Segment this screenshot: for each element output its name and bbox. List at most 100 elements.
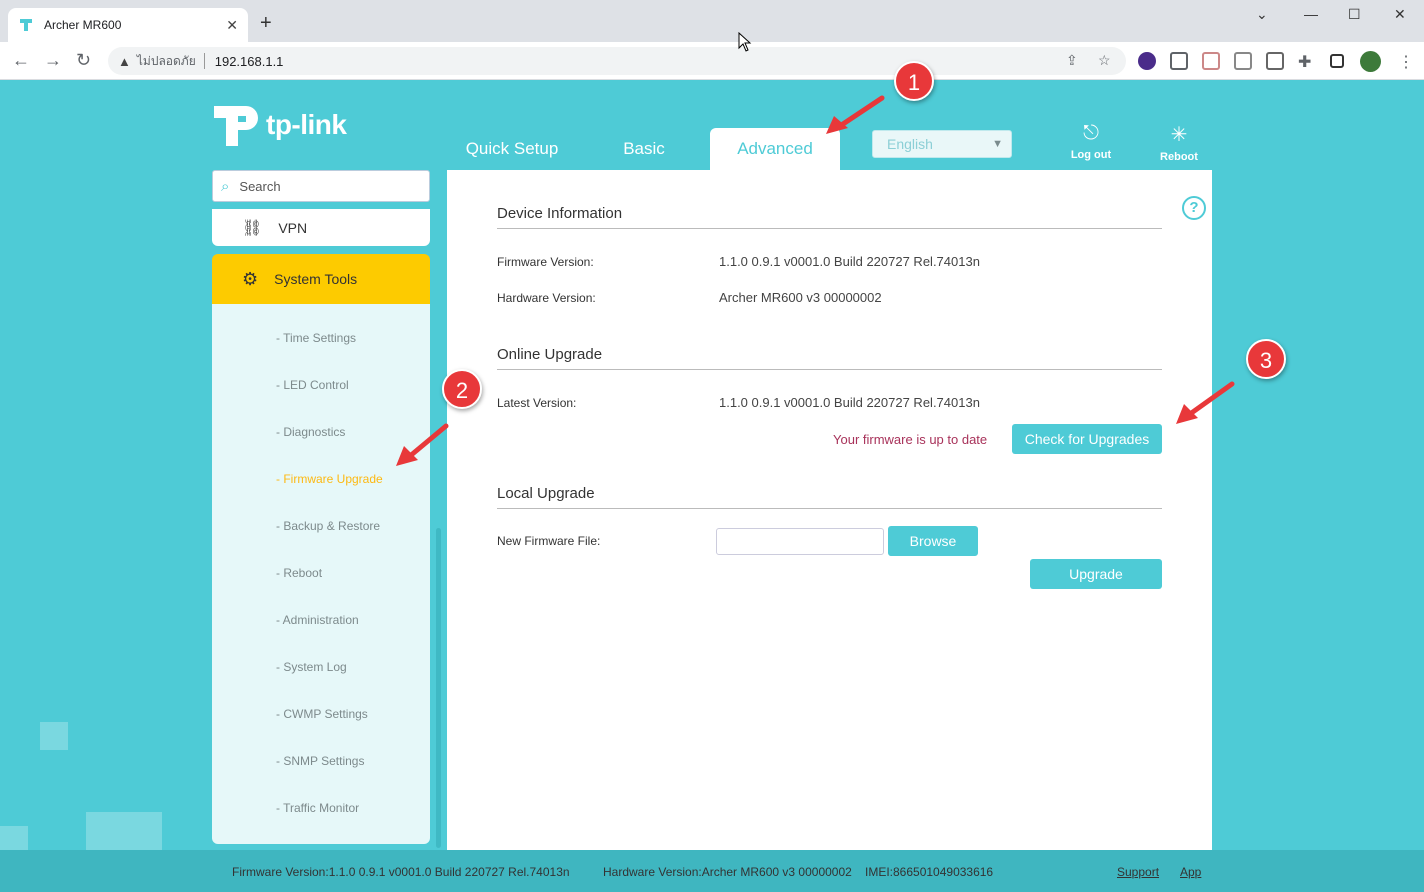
- minimize-icon[interactable]: —: [1304, 6, 1318, 22]
- latest-version-value: 1.1.0 0.9.1 v0001.0 Build 220727 Rel.740…: [719, 395, 980, 410]
- tplink-favicon-icon: [20, 19, 32, 31]
- search-input[interactable]: ⌕ Search: [212, 170, 430, 202]
- decoration: [86, 812, 162, 850]
- url-input[interactable]: ▲ ไม่ปลอดภัย 192.168.1.1: [108, 47, 1126, 75]
- url-text: 192.168.1.1: [214, 53, 284, 69]
- bookmark-star-icon[interactable]: ☆: [1098, 52, 1111, 69]
- forward-icon[interactable]: →: [44, 50, 62, 71]
- submenu-system-log[interactable]: - System Log: [276, 660, 347, 674]
- firmware-status-text: Your firmware is up to date: [833, 432, 988, 447]
- hardware-version-value: Archer MR600 v3 00000002: [719, 290, 882, 305]
- vpn-link-icon: ⛓: [242, 219, 263, 237]
- submenu-backup-restore[interactable]: - Backup & Restore: [276, 519, 380, 533]
- decoration: [0, 826, 28, 850]
- decoration: [40, 722, 68, 750]
- browse-button[interactable]: Browse: [888, 526, 978, 556]
- sidebar-item-label: VPN: [278, 219, 308, 236]
- close-tab-icon[interactable]: ✕: [226, 17, 238, 34]
- annotation-badge-3: 3: [1246, 339, 1286, 379]
- capture-extension-icon[interactable]: [1266, 52, 1284, 70]
- tplink-logo-icon: [214, 106, 258, 146]
- annotation-badge-1: 1: [894, 61, 934, 101]
- warning-icon: ▲: [118, 53, 131, 69]
- logo-text: tp-link: [266, 109, 347, 140]
- submenu-diagnostics[interactable]: - Diagnostics: [276, 425, 345, 439]
- tab-quick-setup[interactable]: Quick Setup: [452, 128, 572, 170]
- download-extension-icon[interactable]: [1138, 52, 1156, 70]
- submenu-reboot[interactable]: - Reboot: [276, 566, 322, 580]
- tab-search-chevron-icon[interactable]: ⌄: [1256, 6, 1268, 23]
- logout-label: Log out: [1070, 149, 1112, 161]
- hardware-version-label: Hardware Version:: [497, 291, 596, 305]
- main-content: ? Device Information Firmware Version: 1…: [447, 170, 1212, 862]
- profile-avatar[interactable]: [1360, 51, 1381, 72]
- firmware-file-input[interactable]: [716, 528, 884, 555]
- chevron-down-icon: ▼: [992, 138, 1003, 150]
- section-divider: [497, 369, 1162, 370]
- back-icon[interactable]: ←: [12, 50, 30, 71]
- screenshot-extension-icon[interactable]: [1170, 52, 1188, 70]
- cast-extension-icon[interactable]: [1202, 52, 1220, 70]
- tab-title: Archer MR600: [44, 18, 122, 32]
- footer-firmware: Firmware Version:1.1.0 0.9.1 v0001.0 Bui…: [232, 865, 570, 879]
- tab-basic[interactable]: Basic: [594, 128, 694, 170]
- section-title-local-upgrade: Local Upgrade: [497, 485, 595, 502]
- firmware-version-label: Firmware Version:: [497, 255, 594, 269]
- address-bar-row: ← → ↻ ▲ ไม่ปลอดภัย 192.168.1.1 ⇪ ☆ ✚ ⋮: [0, 42, 1424, 80]
- extensions-puzzle-icon[interactable]: ✚: [1298, 52, 1311, 72]
- annotation-arrow-2: [396, 423, 449, 466]
- sidebar-scrollbar[interactable]: [436, 528, 441, 848]
- logout-button[interactable]: ⎋ Log out: [1056, 122, 1126, 161]
- reboot-label: Reboot: [1160, 151, 1198, 163]
- submenu-time-settings[interactable]: - Time Settings: [276, 331, 356, 345]
- submenu-traffic-monitor[interactable]: - Traffic Monitor: [276, 801, 359, 815]
- annotation-arrow-1: [826, 95, 885, 134]
- insecure-label: ไม่ปลอดภัย: [136, 53, 196, 68]
- section-divider: [497, 228, 1162, 229]
- tplink-logo: tp-link: [212, 100, 347, 150]
- latest-version-label: Latest Version:: [497, 396, 577, 410]
- reboot-button[interactable]: ✳ Reboot: [1144, 122, 1214, 163]
- reload-icon[interactable]: ↻: [76, 50, 91, 71]
- page-footer: Firmware Version:1.1.0 0.9.1 v0001.0 Bui…: [0, 850, 1424, 892]
- sidebar-item-system-tools[interactable]: ⚙ System Tools: [212, 254, 430, 304]
- upgrade-button[interactable]: Upgrade: [1030, 559, 1162, 589]
- language-select[interactable]: English ▼: [872, 130, 1012, 158]
- annotation-arrow-3: [1176, 381, 1235, 424]
- share-icon[interactable]: ⇪: [1066, 52, 1078, 69]
- submenu-firmware-upgrade[interactable]: - Firmware Upgrade: [276, 472, 383, 486]
- close-window-icon[interactable]: ✕: [1394, 6, 1406, 23]
- side-panel-icon[interactable]: [1330, 54, 1344, 68]
- submenu-led-control[interactable]: - LED Control: [276, 378, 349, 392]
- footer-hardware: Hardware Version:Archer MR600 v3 0000000…: [603, 865, 852, 879]
- edit-extension-icon[interactable]: [1234, 52, 1252, 70]
- logout-icon: ⎋: [1083, 122, 1099, 144]
- sidebar-item-label: System Tools: [274, 271, 358, 287]
- gear-icon: ⚙: [242, 268, 259, 289]
- footer-imei: IMEI:866501049033616: [865, 865, 994, 879]
- new-tab-icon[interactable]: +: [260, 12, 272, 35]
- divider: [203, 53, 205, 69]
- submenu-snmp-settings[interactable]: - SNMP Settings: [276, 754, 364, 768]
- browser-tab[interactable]: Archer MR600 ✕: [8, 8, 248, 42]
- section-divider: [497, 508, 1162, 509]
- language-value: English: [887, 136, 933, 152]
- section-title-online-upgrade: Online Upgrade: [497, 346, 603, 363]
- section-title-device-info: Device Information: [497, 205, 623, 222]
- app-link[interactable]: App: [1180, 865, 1201, 879]
- help-icon[interactable]: ?: [1182, 196, 1206, 220]
- mouse-cursor-icon: [738, 32, 752, 52]
- maximize-icon[interactable]: ☐: [1348, 6, 1361, 23]
- sidebar-item-vpn[interactable]: ⛓ VPN: [212, 209, 430, 246]
- submenu-administration[interactable]: - Administration: [276, 613, 359, 627]
- search-placeholder: Search: [239, 178, 281, 194]
- support-link[interactable]: Support: [1117, 865, 1159, 879]
- new-firmware-file-label: New Firmware File:: [497, 534, 601, 548]
- check-for-upgrades-button[interactable]: Check for Upgrades: [1012, 424, 1162, 454]
- system-tools-submenu: - Time Settings - LED Control - Diagnost…: [212, 304, 430, 844]
- submenu-cwmp-settings[interactable]: - CWMP Settings: [276, 707, 368, 721]
- browser-tab-bar: Archer MR600 ✕ + ⌄ — ☐ ✕: [0, 0, 1424, 42]
- reboot-spinner-icon: ✳: [1170, 124, 1188, 146]
- menu-kebab-icon[interactable]: ⋮: [1398, 52, 1414, 72]
- annotation-badge-2: 2: [442, 369, 482, 409]
